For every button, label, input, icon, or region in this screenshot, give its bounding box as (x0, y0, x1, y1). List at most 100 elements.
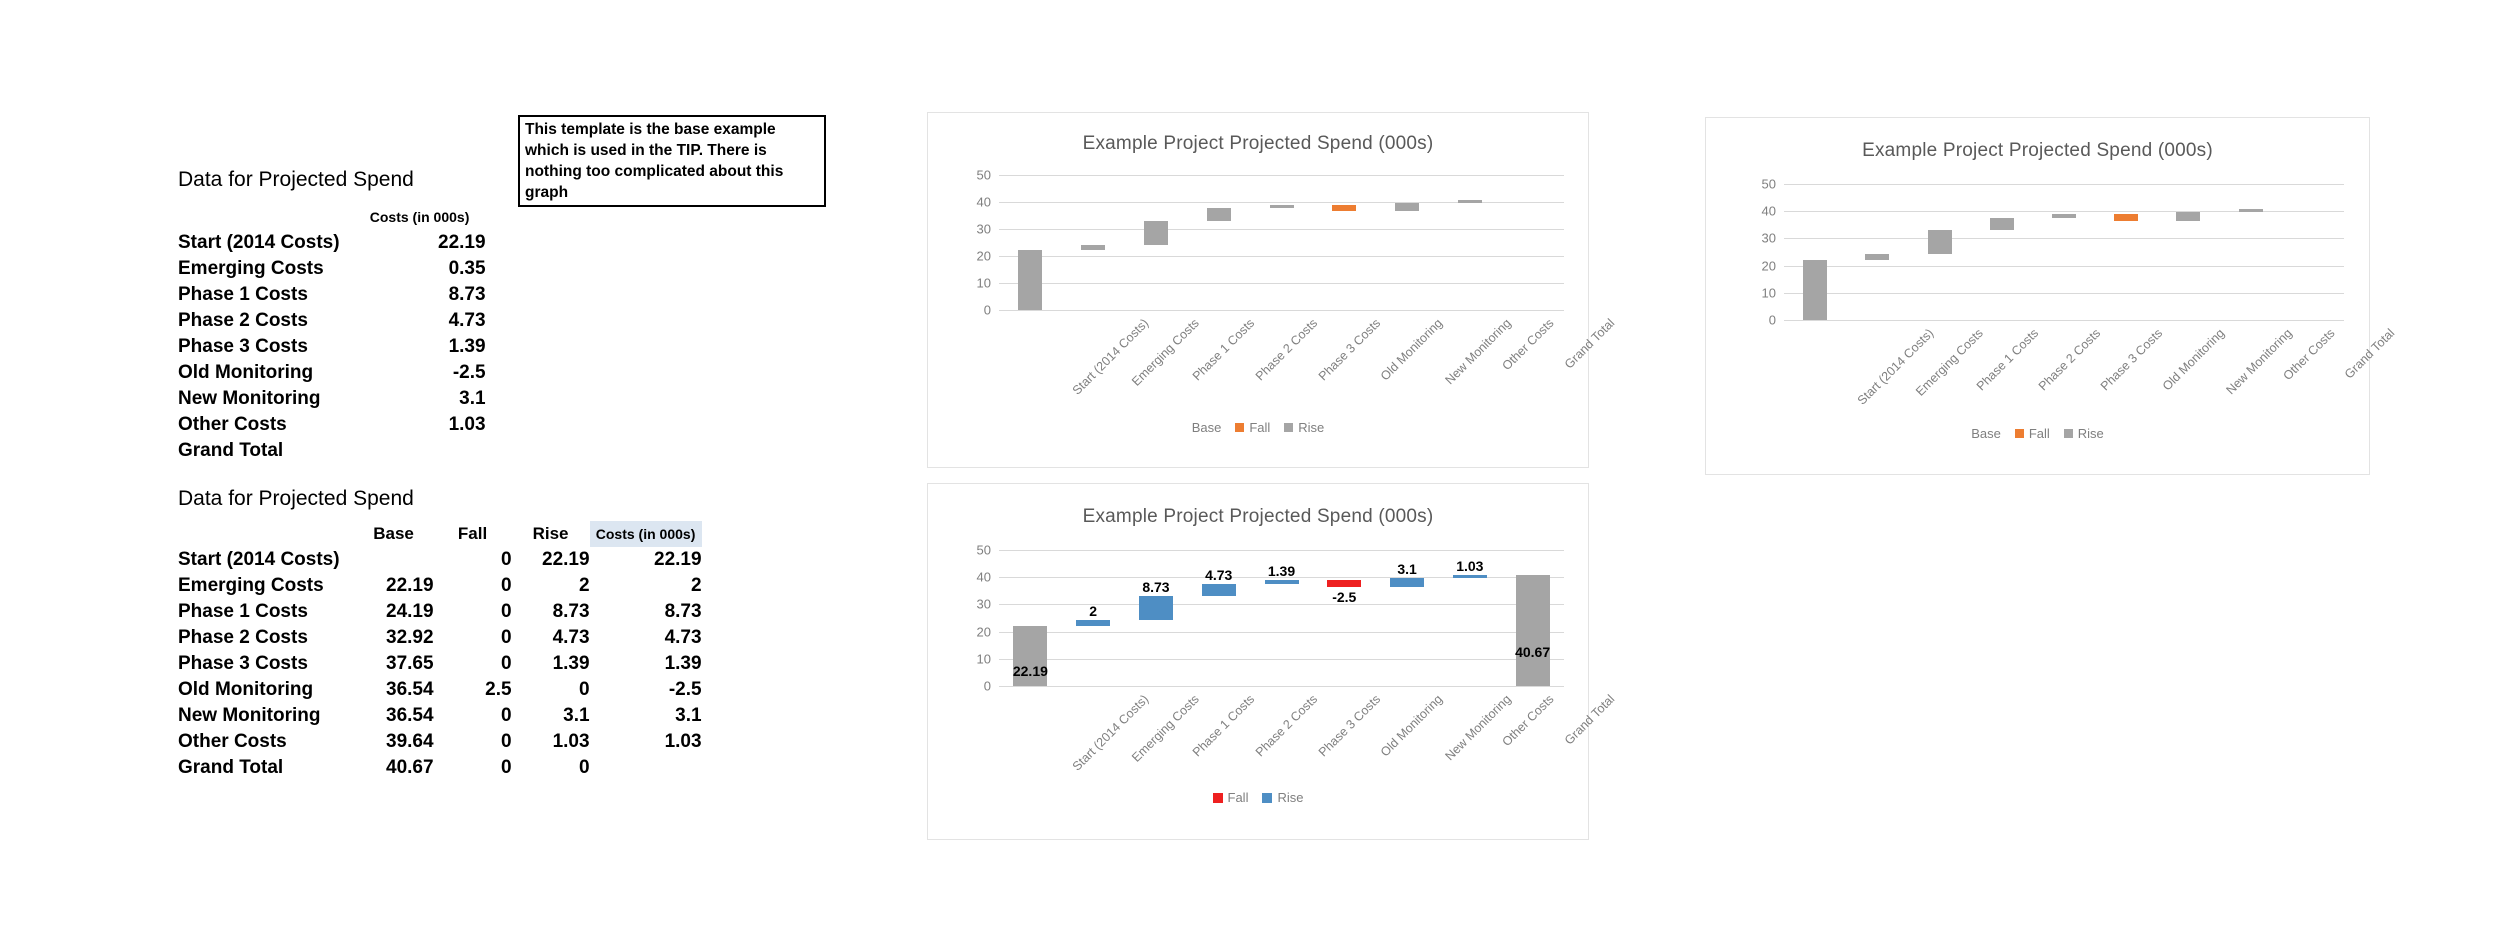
legend-item[interactable]: Base (1971, 426, 2001, 441)
legend-item[interactable]: Fall (1235, 420, 1270, 435)
chart-data-label: 2 (1089, 603, 1098, 620)
table-row: Phase 3 Costs 37.65 0 1.39 1.39 (178, 651, 702, 677)
row-label: Phase 2 Costs (178, 627, 308, 648)
legend-item[interactable]: Fall (1212, 790, 1248, 805)
chart-bar[interactable] (1865, 254, 1890, 260)
chart-data-label: 22.19 (1012, 663, 1048, 680)
chart-data-label: 4.73 (1205, 566, 1233, 583)
y-axis-tick-label: 0 (983, 678, 991, 694)
legend-item[interactable]: Base (1192, 420, 1222, 435)
chart-bar[interactable] (1395, 202, 1420, 212)
table1-title: Data for Projected Spend (178, 168, 414, 191)
chart-bar[interactable] (1018, 250, 1043, 310)
chart-title: Example Project Projected Spend (000s) (1082, 133, 1434, 154)
table-row: Phase 1 Costs 8.73 (178, 282, 486, 308)
legend-swatch-icon (2014, 429, 2024, 438)
chart-bar[interactable] (1332, 204, 1357, 212)
table1-header-row: Costs (in 000s) (178, 204, 486, 230)
row-cost (590, 755, 702, 781)
row-rise: 4.73 (552, 627, 590, 648)
row-cost: 3.1 (459, 388, 486, 409)
chart-bar[interactable] (1081, 244, 1106, 251)
legend-swatch-icon (1235, 423, 1245, 432)
row-fall: 0 (500, 757, 512, 778)
chart-gridline (999, 229, 1564, 230)
legend-label: Rise (1277, 790, 1304, 805)
legend-item[interactable]: Rise (1262, 790, 1303, 805)
chart-bar[interactable] (1143, 221, 1168, 245)
chart-bar[interactable] (2176, 212, 2201, 221)
row-cost: 4.73 (448, 310, 486, 331)
chart-panel-top-middle[interactable]: Example Project Projected Spend (000s) 0 1… (927, 112, 1617, 468)
y-axis-tick-label: 20 (1761, 258, 1776, 274)
chart-bar[interactable] (1989, 217, 2014, 231)
chart-bar[interactable] (1201, 583, 1236, 597)
row-base: 22.19 (386, 575, 434, 596)
chart-data-label: 3.1 (1397, 561, 1417, 578)
chart-title: Example Project Projected Spend (000s) (1082, 506, 1434, 527)
row-cost: 3.1 (675, 705, 702, 726)
row-base: 39.64 (386, 731, 434, 752)
table-row: New Monitoring 3.1 (178, 386, 486, 412)
row-label: Other Costs (178, 731, 287, 752)
chart-title: Example Project Projected Spend (000s) (1862, 140, 2213, 161)
chart-panel-bottom-middle[interactable]: Example Project Projected Spend (000s) 0 1… (927, 483, 1617, 840)
chart-bar[interactable] (1327, 579, 1362, 587)
note-textbox[interactable]: This template is the base example which … (518, 115, 826, 207)
row-base: 37.65 (386, 653, 434, 674)
y-axis-tick-label: 0 (1768, 312, 1776, 328)
row-rise: 0 (578, 679, 590, 700)
chart-bar[interactable] (1264, 579, 1299, 584)
chart-bar[interactable] (1138, 596, 1173, 621)
chart-bar[interactable] (2052, 213, 2076, 218)
row-cost (354, 438, 486, 464)
chart-gridline (999, 631, 1564, 633)
table-row: New Monitoring 36.54 0 3.1 3.1 (178, 703, 702, 729)
row-label: Start (2014 Costs) (178, 232, 340, 253)
chart-bar[interactable] (1457, 200, 1482, 203)
row-fall: 0 (500, 653, 512, 674)
row-fall: 0 (500, 601, 512, 622)
chart-legend: Base Fall Rise (1706, 426, 2369, 441)
row-cost: 8.73 (448, 284, 486, 305)
row-rise: 22.19 (542, 549, 590, 570)
legend-item[interactable]: Fall (2014, 426, 2050, 441)
y-axis-tick-label: 10 (976, 651, 991, 667)
x-axis-tick-label: Phase 2 Costs (1252, 692, 1320, 760)
row-cost: 1.39 (664, 653, 702, 674)
chart-gridline (999, 550, 1564, 551)
chart-bar[interactable] (2238, 209, 2263, 213)
chart-gridline (999, 604, 1564, 606)
row-label: New Monitoring (178, 705, 321, 726)
chart-panel-right[interactable]: Example Project Projected Spend (000s) 0 1… (1705, 117, 2397, 475)
row-cost: 1.03 (664, 731, 702, 752)
chart-bar[interactable] (2114, 213, 2139, 221)
chart-bar[interactable] (1515, 575, 1550, 686)
row-label: Phase 1 Costs (178, 284, 308, 305)
legend-item[interactable]: Rise (1284, 420, 1324, 435)
table-row: Phase 3 Costs 1.39 (178, 334, 486, 360)
table2-header-row: Base Fall Rise Costs (in 000s) (178, 521, 702, 547)
x-axis-tick-label: Grand Total (2341, 326, 2398, 382)
chart-bar[interactable] (1452, 575, 1487, 579)
chart-bar[interactable] (1206, 208, 1231, 222)
row-label: Phase 3 Costs (178, 336, 308, 357)
row-fall: 0 (500, 705, 512, 726)
y-axis-tick-label: 40 (1761, 203, 1776, 219)
legend-item[interactable]: Rise (2063, 426, 2104, 441)
row-cost: 8.73 (664, 601, 702, 622)
row-cost: 22.19 (654, 549, 702, 570)
chart-bar[interactable] (1390, 578, 1425, 587)
table-row: Other Costs 1.03 (178, 412, 486, 438)
table-row: Phase 2 Costs 4.73 (178, 308, 486, 334)
row-label: Old Monitoring (178, 362, 314, 383)
legend-label: Fall (1249, 420, 1271, 435)
chart-bar[interactable] (1803, 259, 1828, 320)
chart-bar[interactable] (1927, 230, 1952, 255)
chart-bar[interactable] (1076, 620, 1111, 626)
row-cost: 22.19 (438, 232, 486, 253)
row-rise: 0 (578, 757, 590, 778)
chart-data-label: -2.5 (1332, 588, 1357, 605)
table-row: Start (2014 Costs) 0 22.19 22.19 (178, 547, 702, 573)
chart-bar[interactable] (1269, 204, 1294, 209)
